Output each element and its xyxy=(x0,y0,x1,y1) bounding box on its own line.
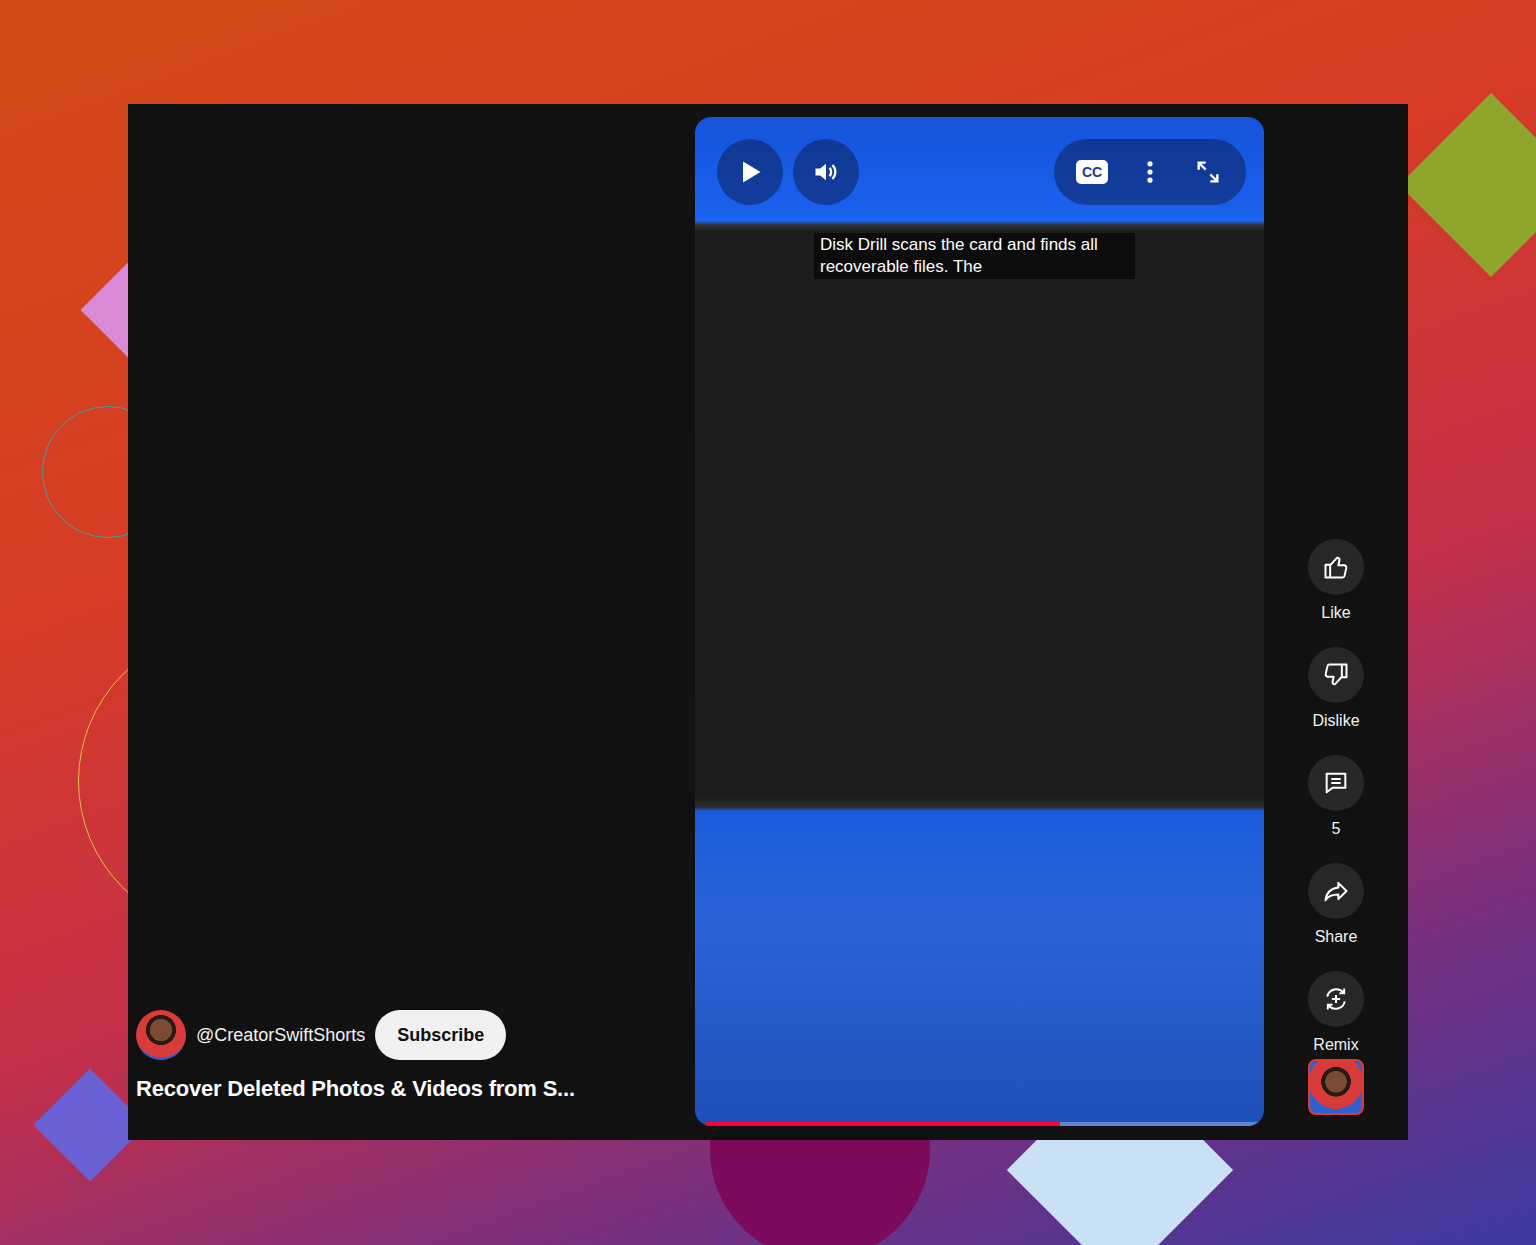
action-item: Remix xyxy=(1308,971,1364,1055)
caption-text: Disk Drill scans the card and finds all … xyxy=(814,233,1135,279)
decor-blob xyxy=(710,1140,930,1245)
more-button[interactable] xyxy=(1128,150,1172,194)
video-title[interactable]: Recover Deleted Photos & Videos from S..… xyxy=(136,1076,688,1102)
comment-icon xyxy=(1322,769,1350,797)
fullscreen-icon xyxy=(1194,158,1222,186)
player-controls xyxy=(717,139,859,205)
video-player[interactable]: CC Disk Drill scans the card and finds al… xyxy=(695,117,1264,1126)
action-item: Share xyxy=(1308,863,1364,947)
remix-icon xyxy=(1322,985,1350,1013)
share-button[interactable] xyxy=(1308,863,1364,919)
action-label: Share xyxy=(1315,927,1358,947)
channel-avatar[interactable] xyxy=(136,1010,186,1060)
comments-button[interactable] xyxy=(1308,755,1364,811)
play-icon xyxy=(736,158,764,186)
volume-button[interactable] xyxy=(793,139,859,205)
thumb-up-icon xyxy=(1322,553,1350,581)
action-item: 5 xyxy=(1308,755,1364,839)
decor-diamond xyxy=(1399,93,1536,277)
action-label: Remix xyxy=(1313,1035,1358,1055)
video-info: @CreatorSwiftShorts Subscribe Recover Dele… xyxy=(136,104,688,1140)
action-label: 5 xyxy=(1332,819,1341,839)
page: @CreatorSwiftShorts Subscribe Recover Dele… xyxy=(0,0,1536,1245)
fullscreen-button[interactable] xyxy=(1186,150,1230,194)
channel-handle[interactable]: @CreatorSwiftShorts xyxy=(196,1025,365,1046)
action-item: Like xyxy=(1308,539,1364,623)
dislike-button[interactable] xyxy=(1308,647,1364,703)
sound-thumbnail[interactable] xyxy=(1308,1059,1364,1115)
thumb-down-icon xyxy=(1322,661,1350,689)
more-icon xyxy=(1136,158,1164,186)
captions-icon: CC xyxy=(1076,160,1108,184)
like-button[interactable] xyxy=(1308,539,1364,595)
play-button[interactable] xyxy=(717,139,783,205)
action-label: Dislike xyxy=(1312,711,1359,731)
action-label: Like xyxy=(1321,603,1350,623)
progress-bar[interactable] xyxy=(705,1122,1260,1126)
action-item: Dislike xyxy=(1308,647,1364,731)
subscribe-button[interactable]: Subscribe xyxy=(375,1010,506,1060)
share-icon xyxy=(1322,877,1350,905)
volume-icon xyxy=(812,158,840,186)
player-options: CC xyxy=(1054,139,1246,205)
channel-row: @CreatorSwiftShorts Subscribe xyxy=(136,1010,688,1060)
captions-button[interactable]: CC xyxy=(1070,150,1114,194)
remix-button[interactable] xyxy=(1308,971,1364,1027)
progress-fill xyxy=(705,1122,1060,1126)
action-bar: Like Dislike 5 Share Remix xyxy=(1264,104,1408,1140)
shorts-panel: @CreatorSwiftShorts Subscribe Recover Dele… xyxy=(128,104,1408,1140)
